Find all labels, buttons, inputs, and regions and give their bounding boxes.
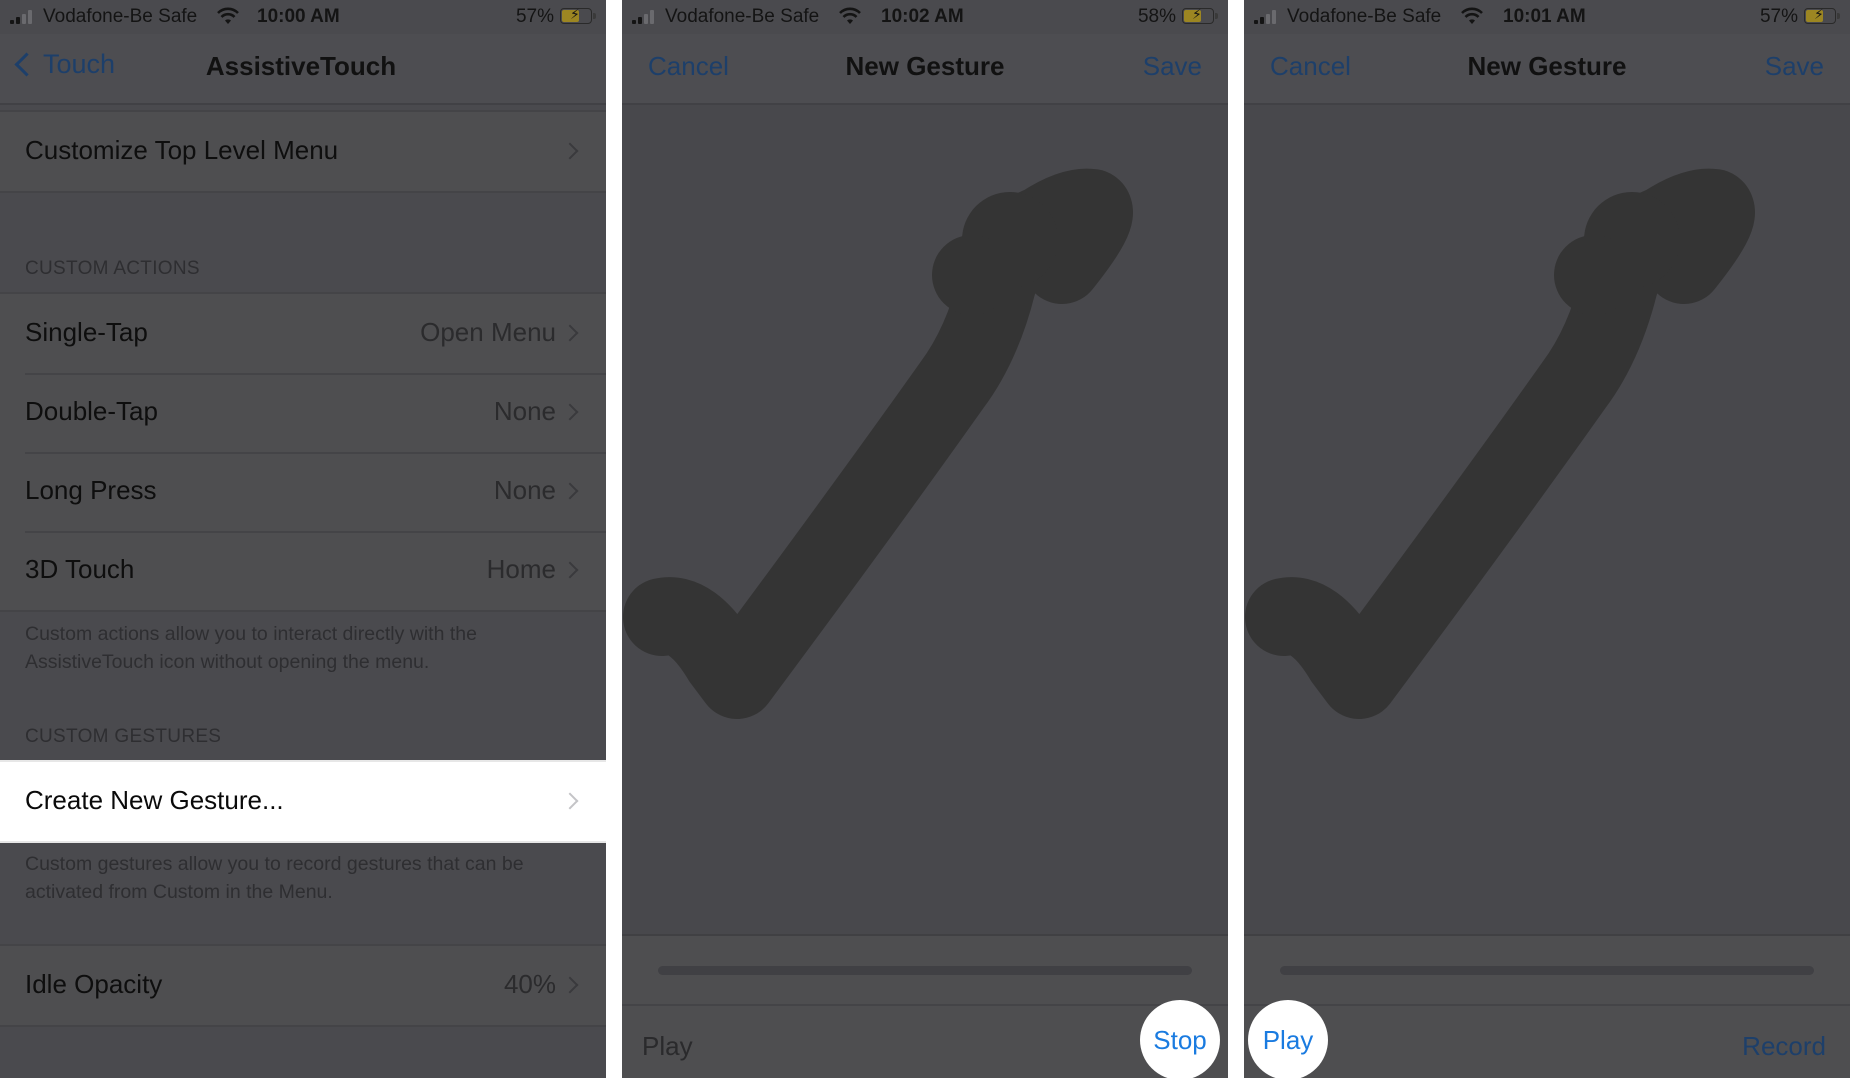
timeline-track[interactable] bbox=[658, 966, 1192, 975]
battery-percent: 58% bbox=[1137, 6, 1176, 27]
carrier-name: Vodafone-Be Safe bbox=[43, 6, 198, 27]
chevron-right-icon bbox=[561, 561, 579, 579]
chevron-right-icon bbox=[561, 324, 579, 342]
status-bar: Vodafone-Be Safe 10:00 AM 57% ⚡ bbox=[0, 0, 606, 34]
clock: 10:01 AM bbox=[1503, 6, 1586, 27]
new-gesture-recording-screen: Vodafone-Be Safe 10:02 AM 58% ⚡ Cancel N… bbox=[622, 0, 1228, 1078]
chevron-right-icon bbox=[561, 403, 579, 421]
custom-gestures-group: Create New Gesture... bbox=[0, 760, 606, 843]
row-value: None bbox=[493, 475, 556, 505]
wifi-icon bbox=[1461, 7, 1483, 24]
row-label: Double-Tap bbox=[25, 396, 158, 426]
long-press-row[interactable]: Long Press None bbox=[0, 452, 606, 531]
row-label: Single-Tap bbox=[25, 317, 148, 347]
status-bar: Vodafone-Be Safe 10:01 AM 57% ⚡ bbox=[1244, 0, 1850, 34]
custom-actions-footer: Custom actions allow you to interact dir… bbox=[25, 623, 477, 673]
single-tap-row[interactable]: Single-Tap Open Menu bbox=[0, 294, 606, 373]
row-value: None bbox=[493, 396, 556, 426]
wifi-icon bbox=[217, 7, 239, 24]
page-title: AssistiveTouch bbox=[205, 51, 397, 81]
top-menu-group: Customize Top Level Menu bbox=[0, 110, 606, 193]
bottom-toolbar: Record bbox=[1244, 1004, 1850, 1078]
create-new-gesture-row[interactable]: Create New Gesture... bbox=[0, 762, 606, 841]
status-bar: Vodafone-Be Safe 10:02 AM 58% ⚡ bbox=[622, 0, 1228, 34]
save-button[interactable]: Save bbox=[1143, 51, 1202, 82]
play-button[interactable]: Play bbox=[642, 1031, 693, 1062]
battery-charging-icon: ⚡ bbox=[1182, 6, 1218, 24]
navigation-bar: Cancel New Gesture Save bbox=[622, 34, 1228, 105]
new-gesture-playback-screen: Vodafone-Be Safe 10:01 AM 57% ⚡ Cancel N… bbox=[1244, 0, 1850, 1078]
custom-gestures-footer: Custom gestures allow you to record gest… bbox=[25, 853, 524, 903]
gesture-timeline bbox=[622, 934, 1228, 1006]
row-value: Open Menu bbox=[420, 317, 556, 347]
carrier-name: Vodafone-Be Safe bbox=[1287, 6, 1442, 27]
chevron-right-icon bbox=[561, 482, 579, 500]
wifi-icon bbox=[839, 7, 861, 24]
row-value: 40% bbox=[503, 969, 556, 999]
battery-charging-icon: ⚡ bbox=[1804, 6, 1840, 24]
clock: 10:02 AM bbox=[881, 6, 964, 27]
bottom-toolbar: Play bbox=[622, 1004, 1228, 1078]
row-label: Long Press bbox=[25, 475, 157, 505]
idle-opacity-row[interactable]: Idle Opacity 40% bbox=[0, 946, 606, 1025]
row-value: Home bbox=[486, 554, 556, 584]
clock: 10:00 AM bbox=[257, 6, 340, 27]
gesture-stroke bbox=[623, 168, 1133, 719]
chevron-right-icon bbox=[561, 142, 579, 160]
3d-touch-row[interactable]: 3D Touch Home bbox=[0, 531, 606, 610]
stop-button[interactable]: Stop bbox=[1140, 1000, 1220, 1078]
play-button[interactable]: Play bbox=[1248, 1000, 1328, 1078]
page-title: New Gesture bbox=[1467, 51, 1627, 81]
chevron-right-icon bbox=[561, 792, 579, 810]
custom-actions-group: Single-Tap Open Menu Double-Tap None Lon… bbox=[0, 292, 606, 612]
chevron-right-icon bbox=[561, 976, 579, 994]
gesture-stroke bbox=[1245, 168, 1755, 719]
cellular-signal-icon bbox=[632, 9, 662, 24]
row-label: 3D Touch bbox=[25, 554, 135, 584]
record-button[interactable]: Record bbox=[1742, 1031, 1826, 1062]
carrier-name: Vodafone-Be Safe bbox=[665, 6, 820, 27]
idle-opacity-group: Idle Opacity 40% bbox=[0, 944, 606, 1027]
battery-charging-icon: ⚡ bbox=[560, 6, 596, 24]
row-label: Create New Gesture... bbox=[25, 785, 284, 815]
double-tap-row[interactable]: Double-Tap None bbox=[0, 373, 606, 452]
battery-percent: 57% bbox=[1759, 6, 1798, 27]
gesture-timeline bbox=[1244, 934, 1850, 1006]
page-title: New Gesture bbox=[845, 51, 1005, 81]
navigation-bar: Cancel New Gesture Save bbox=[1244, 34, 1850, 105]
cellular-signal-icon bbox=[10, 9, 40, 24]
battery-percent: 57% bbox=[515, 6, 554, 27]
gesture-canvas[interactable] bbox=[622, 105, 1228, 934]
section-header-custom-actions: CUSTOM ACTIONS bbox=[25, 258, 200, 279]
gesture-canvas[interactable] bbox=[1244, 105, 1850, 934]
navigation-bar: Touch AssistiveTouch bbox=[0, 34, 606, 105]
row-label: Idle Opacity bbox=[25, 969, 163, 999]
customize-top-level-menu-row[interactable]: Customize Top Level Menu bbox=[0, 112, 606, 191]
assistivetouch-settings-screen: Vodafone-Be Safe 10:00 AM 57% ⚡ Touch As… bbox=[0, 0, 606, 1078]
save-button[interactable]: Save bbox=[1765, 51, 1824, 82]
timeline-track[interactable] bbox=[1280, 966, 1814, 975]
row-label: Customize Top Level Menu bbox=[25, 135, 339, 165]
section-header-custom-gestures: CUSTOM GESTURES bbox=[25, 726, 222, 747]
cellular-signal-icon bbox=[1254, 9, 1284, 24]
